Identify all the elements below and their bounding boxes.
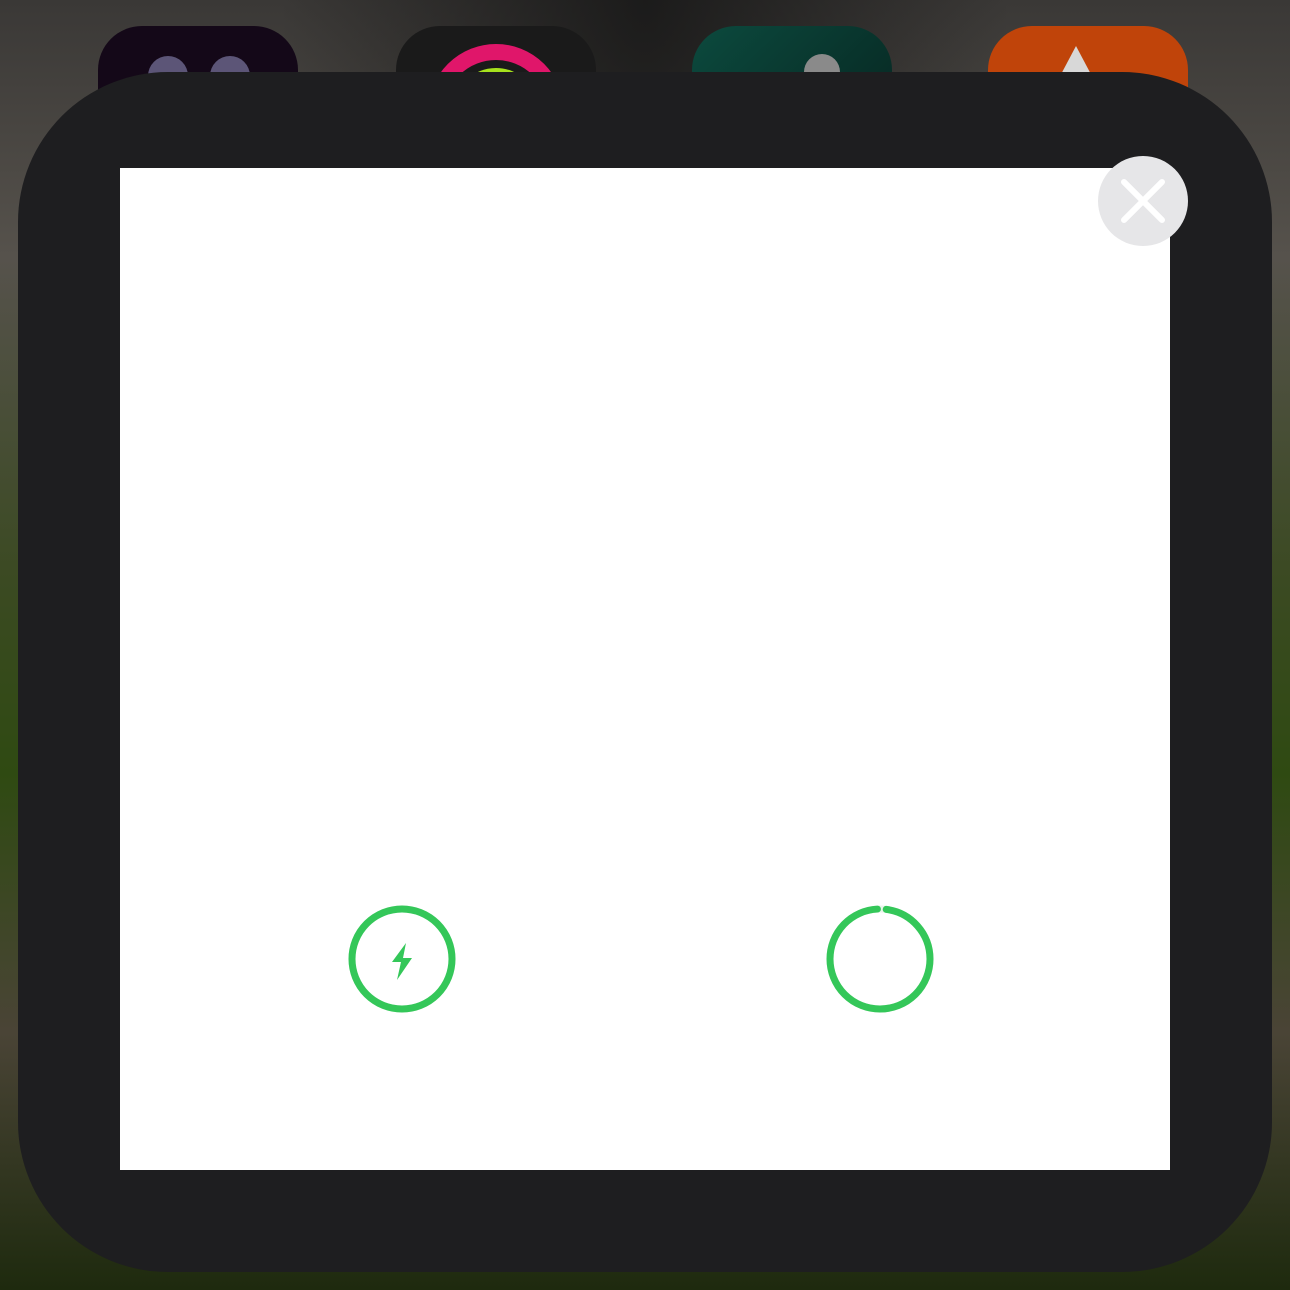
battery-level-ring [826,905,934,1013]
bolt-glyph [392,943,412,980]
close-icon [1121,179,1165,223]
batteries-widget[interactable] [120,168,1170,1170]
battery-ring-icon [826,905,934,1013]
charging-bolt-icon [348,905,456,1013]
close-button[interactable] [1098,156,1188,246]
